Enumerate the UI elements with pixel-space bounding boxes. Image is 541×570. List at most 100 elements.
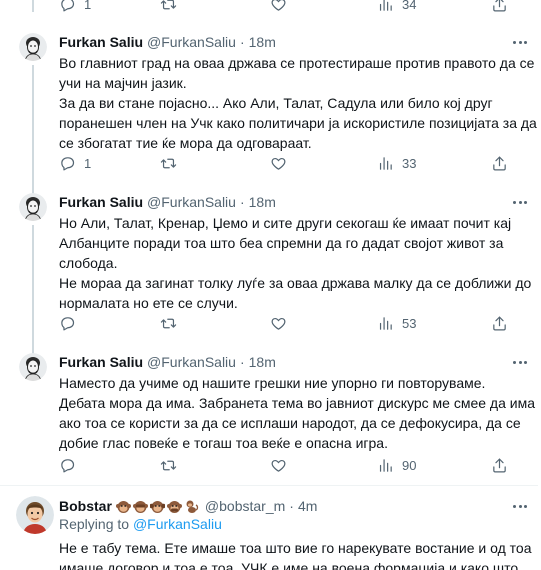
views-count: 53: [402, 315, 417, 331]
retweet-icon: [160, 0, 177, 9]
text-line: Наместо да учиме од нашите грешки ние уп…: [59, 375, 486, 391]
text-line: Во главниот град на оваа држава се проте…: [59, 55, 535, 71]
display-name[interactable]: Furkan Saliu: [59, 34, 143, 50]
timeline: 1 34 Furkan Saliu @FurkanSaliu · 18m Во …: [0, 0, 538, 570]
views-button[interactable]: 34: [377, 0, 416, 13]
more-options-button[interactable]: [510, 32, 530, 52]
text-line: нормалата но ете се случи.: [59, 295, 238, 311]
hear-no-evil-monkey-icon: [149, 499, 166, 514]
reply-button[interactable]: 1: [59, 0, 91, 13]
text-line: поранешен член на Учк како политичари ја…: [59, 115, 537, 131]
avatar[interactable]: [19, 353, 47, 381]
display-name[interactable]: Furkan Saliu: [59, 354, 143, 370]
separator-dot: ·: [239, 194, 245, 210]
reply-count: 1: [84, 0, 92, 12]
share-icon: [493, 0, 506, 11]
avatar[interactable]: [16, 496, 54, 534]
reply-button[interactable]: [59, 457, 76, 474]
text-line: учи на мајчин јазик.: [59, 75, 187, 91]
share-icon: [493, 458, 506, 472]
separator-dot: ·: [239, 34, 245, 50]
avatar-image: [19, 193, 47, 221]
retweet-button[interactable]: [160, 155, 177, 172]
heart-icon: [271, 459, 286, 472]
display-name[interactable]: Bobstar: [59, 498, 112, 514]
text-line: Не мораа да загинат толку луѓе за оваа д…: [59, 275, 532, 291]
user-handle[interactable]: @FurkanSaliu: [147, 34, 236, 50]
reply-button[interactable]: [59, 315, 76, 332]
thread-line: [32, 180, 34, 192]
tweet-header: Furkan Saliu @FurkanSaliu · 18m: [59, 32, 276, 52]
text-line: имаше договор и тоа е тоа. УЧК е име на …: [59, 560, 519, 570]
reply-icon: [61, 0, 75, 11]
reply-icon: [61, 458, 75, 472]
text-line: ако тоа се користи за да се исплаши наро…: [59, 415, 521, 431]
timestamp[interactable]: 18m: [249, 34, 276, 50]
text-line: За да ви стане појасно... Ако Али, Талат…: [59, 95, 493, 111]
like-button[interactable]: [270, 315, 287, 332]
views-icon: [379, 458, 392, 472]
separator-dot: ·: [239, 354, 245, 370]
share-icon: [493, 156, 506, 170]
like-button[interactable]: [270, 457, 287, 474]
tweet-text: Но Али, Талат, Кренар, Џемо и сите други…: [59, 213, 532, 313]
monkey-face-icon: [115, 499, 131, 514]
retweet-icon: [160, 460, 177, 470]
display-name[interactable]: Furkan Saliu: [59, 194, 143, 210]
text-line: се збогатат тие ќе мора да одговараат.: [59, 135, 312, 151]
avatar[interactable]: [19, 193, 47, 221]
text-line: слобода.: [59, 255, 118, 271]
timestamp[interactable]: 18m: [249, 194, 276, 210]
text-line: Дебата мора да има. Забранета тема во ја…: [59, 395, 538, 411]
name-emojis: [115, 499, 201, 514]
thread-line: [32, 0, 34, 12]
heart-icon: [271, 317, 286, 330]
views-icon: [379, 156, 392, 170]
more-options-button[interactable]: [510, 192, 530, 212]
prev-tweet-actions: 1 34: [59, 0, 519, 14]
tweet-header: Furkan Saliu @FurkanSaliu · 18m: [59, 192, 276, 212]
views-button[interactable]: 53: [377, 315, 416, 332]
avatar-image: [16, 496, 54, 534]
replying-to-mention[interactable]: @FurkanSaliu: [133, 516, 222, 532]
see-no-evil-monkey-icon: [132, 499, 148, 514]
text-line: Но Али, Талат, Кренар, Џемо и сите други…: [59, 215, 512, 231]
user-handle[interactable]: @FurkanSaliu: [147, 194, 236, 210]
retweet-button[interactable]: [160, 0, 177, 13]
replying-to-label: Replying to: [59, 516, 130, 532]
tweet-header: Furkan Saliu @FurkanSaliu · 18m: [59, 352, 276, 372]
views-icon: [379, 316, 392, 330]
more-options-button[interactable]: [510, 496, 530, 516]
user-handle[interactable]: @bobstar_m: [205, 498, 285, 514]
views-button[interactable]: 33: [377, 155, 416, 172]
views-count: 33: [402, 155, 417, 171]
heart-icon: [271, 157, 286, 170]
tweet-actions: 90: [59, 455, 519, 475]
tweet-text: Наместо да учиме од нашите грешки ние уп…: [59, 373, 538, 453]
avatar-image: [19, 353, 47, 381]
share-button[interactable]: [491, 0, 508, 13]
like-button[interactable]: [270, 0, 287, 13]
retweet-button[interactable]: [160, 457, 177, 474]
text-line: Не е табу тема. Ете имаше тоа што вие го…: [59, 540, 532, 556]
avatar[interactable]: [19, 33, 47, 61]
tweet-header: Bobstar @bobstar_m · 4m: [59, 496, 317, 516]
share-button[interactable]: [491, 457, 508, 474]
more-icon: [513, 200, 517, 204]
timestamp[interactable]: 18m: [249, 354, 276, 370]
timestamp[interactable]: 4m: [298, 498, 317, 514]
tweet-text: Во главниот град на оваа држава се проте…: [59, 53, 537, 153]
views-button[interactable]: 90: [377, 457, 416, 474]
more-options-button[interactable]: [510, 352, 530, 372]
avatar-image: [19, 33, 47, 61]
share-button[interactable]: [491, 315, 508, 332]
like-button[interactable]: [270, 155, 287, 172]
reply-count: 1: [84, 155, 92, 171]
reply-button[interactable]: 1: [59, 155, 91, 172]
share-button[interactable]: [491, 155, 508, 172]
retweet-button[interactable]: [160, 315, 177, 332]
tweet-divider: [0, 485, 538, 486]
user-handle[interactable]: @FurkanSaliu: [147, 354, 236, 370]
more-icon: [513, 504, 517, 508]
more-icon: [513, 360, 517, 364]
